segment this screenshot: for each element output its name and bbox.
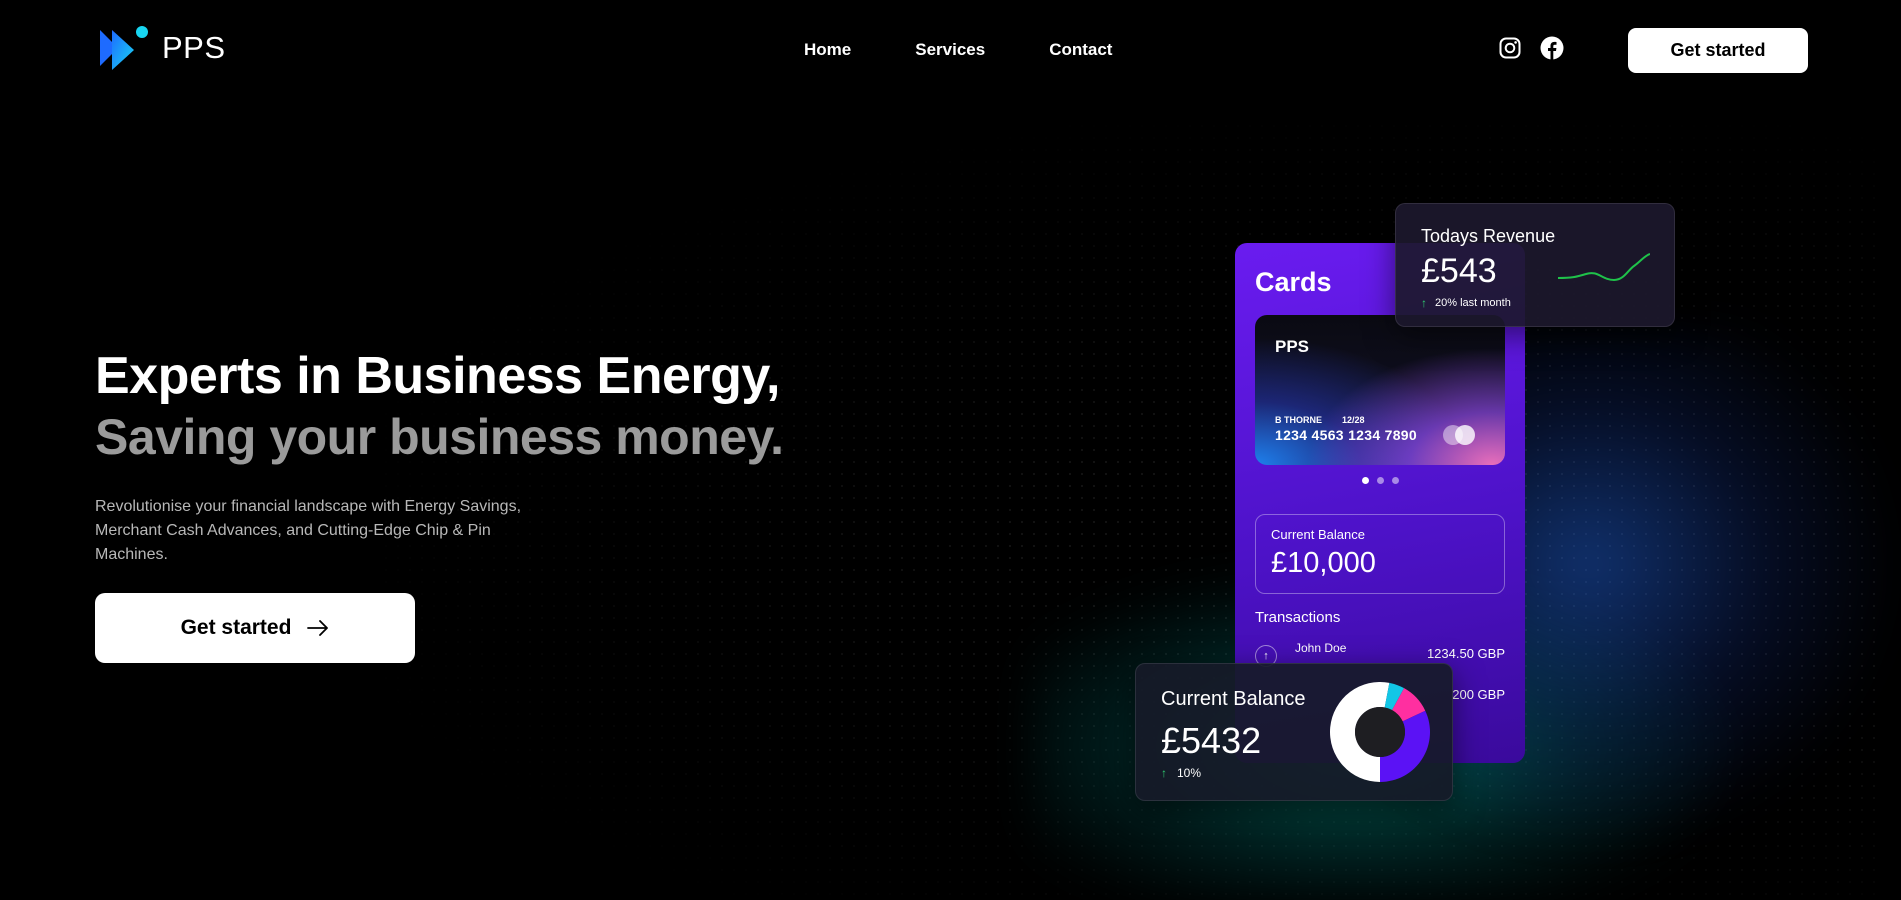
nav-link-contact[interactable]: Contact (1049, 40, 1112, 60)
current-balance-box: Current Balance £10,000 (1255, 514, 1505, 594)
hero-section: Experts in Business Energy, Saving your … (95, 345, 855, 567)
current-balance-card: Current Balance £5432 ↑ 10% (1135, 663, 1453, 801)
social-links (1498, 36, 1564, 60)
card-network-icon (1443, 425, 1479, 445)
revenue-delta-text: 20% last month (1435, 297, 1511, 309)
carousel-dot[interactable] (1361, 477, 1369, 484)
carousel-dots (1235, 477, 1525, 484)
logo[interactable]: PPS (98, 24, 226, 72)
balance-label: Current Balance (1271, 527, 1365, 542)
credit-card[interactable]: PPS B THORNE 12/28 1234 4563 1234 7890 (1255, 315, 1505, 465)
balance-card-delta: ↑ 10% (1161, 766, 1201, 780)
revenue-sparkline (1558, 253, 1650, 282)
transactions-title: Transactions (1255, 609, 1341, 626)
facebook-icon[interactable] (1540, 36, 1564, 60)
balance-card-label: Current Balance (1161, 688, 1306, 710)
pps-logo-icon (100, 26, 148, 70)
transaction-amount: 1234.50 GBP (1426, 646, 1505, 661)
donut-hole (1355, 707, 1405, 757)
carousel-dot[interactable] (1391, 477, 1399, 484)
balance-card-delta-text: 10% (1177, 766, 1202, 780)
nav-get-started-button[interactable]: Get started (1628, 28, 1808, 73)
hero-subtitle: Saving your business money. (95, 409, 784, 465)
card-holder: B THORNE (1275, 415, 1322, 425)
nav-link-home[interactable]: Home (804, 40, 851, 60)
nav-link-services[interactable]: Services (915, 40, 985, 60)
revenue-delta: ↑ 20% last month (1421, 296, 1511, 310)
card-number: 1234 4563 1234 7890 (1275, 427, 1417, 443)
transaction-name: John Doe (1295, 641, 1347, 655)
card-expiry: 12/28 (1342, 415, 1365, 425)
arrow-up-icon: ↑ (1161, 766, 1167, 780)
instagram-icon[interactable] (1498, 36, 1522, 60)
balance-donut-chart (1330, 682, 1430, 782)
top-nav: PPS Home Services Contact Get started (0, 0, 1901, 100)
brand-name: PPS (162, 30, 226, 65)
hero-title: Experts in Business Energy, (95, 347, 780, 405)
revenue-value: £543 (1421, 252, 1497, 290)
cards-title: Cards (1255, 267, 1332, 297)
balance-card-value: £5432 (1161, 720, 1262, 761)
carousel-dot[interactable] (1376, 477, 1384, 484)
hero-get-started-button[interactable]: Get started (95, 593, 415, 663)
hero-cta-label: Get started (180, 616, 292, 639)
arrow-right-icon (307, 620, 329, 636)
todays-revenue-card: Todays Revenue £543 ↑ 20% last month (1395, 203, 1675, 327)
hero-description: Revolutionise your financial landscape w… (95, 498, 522, 563)
arrow-up-icon: ↑ (1421, 296, 1427, 310)
nav-links: Home Services Contact (804, 40, 1112, 60)
balance-value: £10,000 (1271, 547, 1376, 579)
card-brand: PPS (1275, 337, 1310, 356)
transaction-amount: 200 GBP (1452, 687, 1505, 702)
revenue-label: Todays Revenue (1421, 226, 1556, 246)
